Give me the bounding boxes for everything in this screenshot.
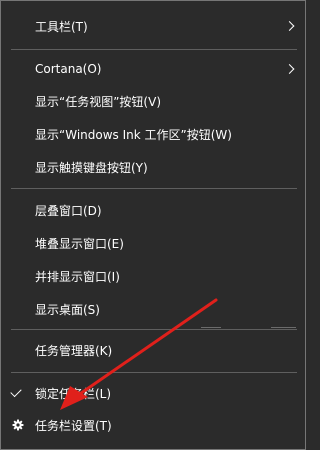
menu-item-label: 锁定任务栏(L) — [35, 386, 112, 401]
menu-item-side-by-side-windows[interactable]: 并排显示窗口(I) — [1, 258, 305, 294]
menu-item-show-touch-keyboard-button[interactable]: 显示触摸键盘按钮(Y) — [1, 149, 305, 185]
menu-item-label: Cortana(O) — [35, 62, 102, 76]
menu-item-toolbars[interactable]: 工具栏(T) — [1, 8, 305, 44]
menu-item-cortana[interactable]: Cortana(O) — [1, 51, 305, 87]
menu-item-show-windows-ink-button[interactable]: 显示“Windows Ink 工作区”按钮(W) — [1, 116, 305, 152]
taskbar-context-menu: 工具栏(T) Cortana(O) 显示“任务视图”按钮(V) 显示“Windo… — [0, 0, 306, 450]
annotation-artifact — [201, 327, 221, 328]
menu-item-label: 并排显示窗口(I) — [35, 269, 120, 284]
menu-item-label: 显示“Windows Ink 工作区”按钮(W) — [35, 127, 232, 142]
menu-item-label: 堆叠显示窗口(E) — [35, 236, 124, 251]
menu-item-taskbar-settings[interactable]: 任务栏设置(T) — [1, 407, 305, 443]
menu-separator — [11, 188, 297, 189]
menu-item-show-desktop[interactable]: 显示桌面(S) — [1, 291, 305, 327]
menu-item-label: 任务栏设置(T) — [35, 418, 112, 433]
menu-item-label: 工具栏(T) — [35, 19, 88, 34]
checkmark-icon — [10, 385, 22, 398]
menu-item-lock-taskbar[interactable]: 锁定任务栏(L) — [1, 375, 305, 411]
annotation-artifact — [271, 327, 296, 328]
chevron-right-icon — [284, 64, 295, 74]
gear-icon — [12, 419, 24, 431]
menu-separator — [11, 372, 297, 373]
menu-item-task-manager[interactable]: 任务管理器(K) — [1, 332, 305, 368]
menu-item-label: 显示桌面(S) — [35, 302, 100, 317]
menu-item-stack-windows[interactable]: 堆叠显示窗口(E) — [1, 225, 305, 261]
chevron-right-icon — [284, 21, 295, 31]
menu-separator — [11, 49, 297, 50]
menu-item-label: 层叠窗口(D) — [35, 203, 102, 218]
menu-item-label: 显示触摸键盘按钮(Y) — [35, 160, 148, 175]
menu-item-label: 显示“任务视图”按钮(V) — [35, 94, 162, 109]
menu-item-cascade-windows[interactable]: 层叠窗口(D) — [1, 192, 305, 228]
menu-separator — [11, 329, 297, 330]
menu-item-show-task-view-button[interactable]: 显示“任务视图”按钮(V) — [1, 83, 305, 119]
menu-item-label: 任务管理器(K) — [35, 343, 113, 358]
